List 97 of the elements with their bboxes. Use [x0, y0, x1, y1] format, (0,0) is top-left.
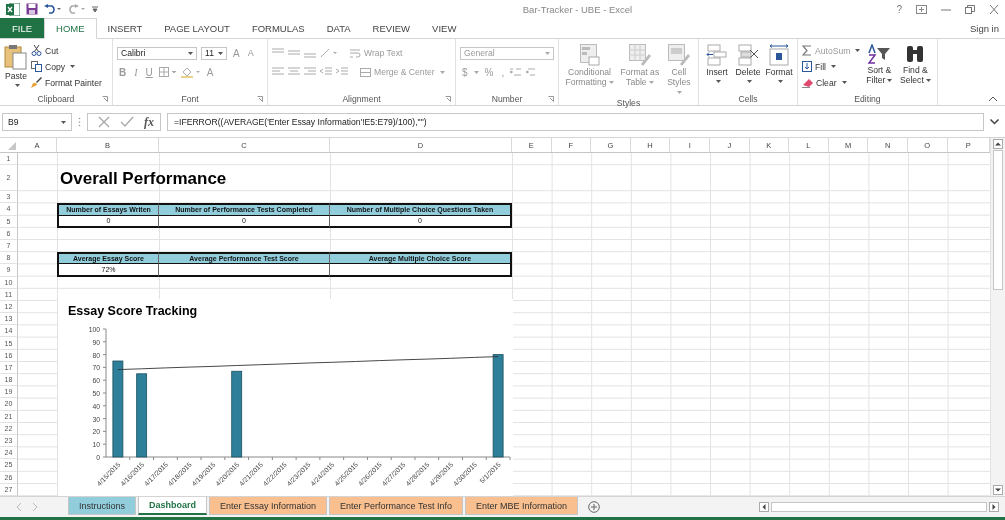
caret-icon	[841, 81, 847, 84]
eraser-icon	[802, 77, 813, 88]
ribbon-display-icon[interactable]	[916, 4, 927, 14]
binoculars-icon	[905, 44, 926, 64]
select-all-icon[interactable]	[8, 142, 16, 150]
scroll-up-icon[interactable]	[993, 139, 1003, 149]
caret-icon	[439, 70, 445, 74]
sigma-icon	[802, 45, 812, 56]
help-button[interactable]: ?	[896, 3, 902, 15]
name-box[interactable]: B9	[2, 113, 72, 131]
copy-button[interactable]: Copy	[31, 60, 102, 73]
collapse-ribbon-icon[interactable]	[989, 96, 997, 101]
group-label: Editing	[854, 93, 881, 104]
more-options-icon	[78, 117, 81, 127]
group-label: Cells	[738, 93, 758, 104]
caret-icon	[887, 79, 893, 83]
cells-button[interactable]: Insert	[703, 42, 731, 92]
scroll-thumb[interactable]	[993, 150, 1003, 290]
find-select-button[interactable]: Find & Select	[898, 42, 933, 92]
checkmark-icon[interactable]	[120, 116, 134, 128]
cell-styles-icon	[667, 44, 690, 66]
group-label: Alignment	[342, 93, 381, 104]
sort-filter-icon	[867, 44, 892, 64]
save-icon[interactable]	[26, 3, 38, 15]
cells-button[interactable]: Format	[765, 42, 793, 92]
insert-function-button[interactable]: fx	[144, 114, 154, 130]
scissors-icon	[31, 45, 42, 56]
caret-icon	[925, 79, 931, 83]
caret-icon	[608, 81, 614, 85]
caret-icon	[715, 79, 721, 83]
group-label: Clipboard	[37, 93, 75, 104]
copy-icon	[31, 61, 42, 72]
scroll-left-icon	[759, 502, 769, 512]
fill-down-icon	[802, 61, 812, 72]
sheet-tab[interactable]: Instructions	[68, 497, 137, 515]
scroll-down-icon[interactable]	[993, 485, 1003, 495]
fill-button[interactable]: Fill	[802, 60, 861, 73]
table-format-icon	[628, 44, 651, 66]
previous-sheet-icon[interactable]	[16, 503, 22, 511]
paste-button[interactable]: Paste	[4, 42, 28, 92]
ribbon-tab[interactable]: DATA	[315, 18, 362, 38]
next-sheet-icon[interactable]	[32, 503, 38, 511]
expand-formula-bar-icon[interactable]	[990, 119, 999, 125]
add-sheet-icon[interactable]	[588, 501, 601, 513]
sheet-tab[interactable]: Enter Performance Test Info	[329, 497, 463, 515]
ribbon-tab[interactable]: FORMULAS	[240, 18, 316, 38]
close-icon[interactable]	[989, 4, 999, 14]
sheet-tab[interactable]: Enter Essay Information	[209, 497, 328, 515]
ribbon-tab[interactable]: FILE	[0, 18, 45, 38]
caret-icon	[70, 65, 76, 68]
ribbon-tab[interactable]: PAGE LAYOUT	[153, 18, 241, 38]
ribbon-tab[interactable]: VIEW	[421, 18, 468, 38]
sheet-tab[interactable]: Dashboard	[138, 497, 208, 515]
conditional-formatting-icon	[579, 44, 600, 66]
group-label: Font	[181, 93, 199, 104]
ribbon-tab[interactable]: HOME	[44, 18, 97, 39]
scroll-right-icon	[989, 502, 999, 512]
caret-icon	[545, 51, 550, 55]
merge-cells-icon	[360, 67, 371, 77]
wrap-text-icon	[350, 48, 361, 58]
caret-icon	[14, 83, 20, 87]
group-label: Styles	[616, 97, 641, 108]
sheet-title: Overall Performance	[60, 169, 227, 190]
sheet-tab[interactable]: Enter MBE Information	[465, 497, 579, 515]
cut-button[interactable]: Cut	[31, 44, 102, 57]
caret-icon	[777, 79, 783, 83]
undo-icon[interactable]	[44, 4, 62, 14]
caret-icon	[855, 49, 861, 52]
caret-icon	[61, 120, 66, 124]
sort-filter-button[interactable]: Sort & Filter	[863, 42, 896, 92]
caret-icon	[831, 65, 836, 68]
clipboard-icon	[4, 44, 28, 70]
format-cells-icon	[768, 44, 790, 66]
format-painter-button[interactable]: Format Painter	[31, 76, 102, 89]
paintbrush-icon	[31, 77, 42, 88]
dialog-launcher-icon[interactable]	[102, 96, 108, 102]
restore-icon[interactable]	[965, 4, 975, 14]
window-title: Bar-Tracker - UBE - Excel	[521, 3, 634, 15]
caret-icon	[746, 79, 752, 83]
group-label: Number	[491, 93, 523, 104]
insert-cells-icon	[706, 44, 728, 66]
formula-field[interactable]: =IFERROR((AVERAGE('Enter Essay Information'!E5:E79)/100),"")	[167, 113, 984, 131]
clear-button[interactable]: Clear	[802, 76, 861, 89]
caret-icon	[677, 91, 683, 94]
redo-icon[interactable]	[68, 4, 86, 14]
caret-icon	[188, 51, 193, 55]
caret-icon	[218, 51, 223, 55]
ribbon-tab[interactable]: INSERT	[96, 18, 154, 38]
cells-button[interactable]: Delete	[734, 42, 762, 92]
chart-title: Essay Score Tracking	[68, 304, 198, 318]
delete-cells-icon	[737, 44, 759, 66]
customize-toolbar-icon[interactable]	[92, 5, 98, 13]
cancel-icon[interactable]	[98, 116, 110, 128]
sign-in-link[interactable]: Sign in	[963, 18, 1005, 38]
horizontal-scrollbar[interactable]	[759, 501, 999, 513]
ribbon-tab[interactable]: REVIEW	[361, 18, 422, 38]
caret-icon	[648, 81, 654, 85]
